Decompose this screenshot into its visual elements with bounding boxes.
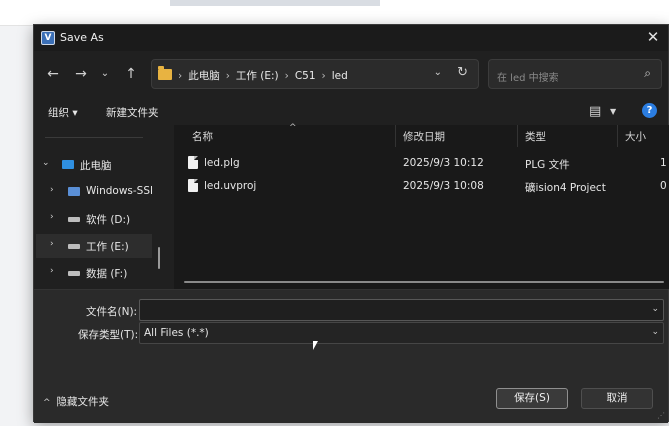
view-options-icon[interactable]: ▤ [589, 104, 601, 119]
column-divider[interactable] [617, 125, 618, 147]
sort-ascending-icon: ^ [289, 123, 297, 133]
nav-item-label: 数据 (F:) [86, 268, 128, 280]
file-name: led.uvproj [204, 180, 257, 192]
help-icon[interactable]: ? [642, 103, 657, 118]
column-header-name[interactable]: 名称 [192, 129, 213, 144]
save-as-dialog: V Save As ✕ ← → ⌄ ↑ › 此电脑 › 工作 (E:) › C5… [33, 24, 669, 423]
chevron-down-icon[interactable]: ⌄ [651, 327, 659, 337]
nav-item-label: 软件 (D:) [86, 214, 131, 226]
background-bar [170, 0, 380, 6]
chevron-up-icon: ^ [43, 398, 51, 408]
filetype-select[interactable]: All Files (*.*) ⌄ [139, 322, 664, 344]
navigation-row: ← → ⌄ ↑ › 此电脑 › 工作 (E:) › C51 › led ⌄ ↻ … [34, 55, 668, 93]
resize-grip-icon[interactable]: ⋰ [657, 411, 665, 420]
breadcrumb-item-led[interactable]: led [332, 70, 348, 82]
search-placeholder: 在 led 中搜索 [497, 73, 559, 84]
title-bar: V Save As ✕ [34, 25, 668, 51]
horizontal-scrollbar[interactable] [184, 281, 664, 283]
breadcrumb-separator: › [284, 69, 289, 82]
chevron-right-icon[interactable]: › [50, 266, 54, 276]
background-app-strip [0, 0, 669, 26]
chevron-right-icon[interactable]: › [50, 239, 54, 249]
mouse-cursor-icon [313, 341, 318, 350]
back-arrow-icon[interactable]: ← [44, 65, 62, 83]
app-icon: V [41, 31, 55, 45]
drive-icon [68, 244, 80, 249]
breadcrumb-separator: › [225, 69, 230, 82]
hide-folders-label: 隐藏文件夹 [56, 396, 110, 408]
breadcrumb: › 此电脑 › 工作 (E:) › C51 › led [178, 68, 348, 83]
recent-dropdown-icon[interactable]: ⌄ [96, 65, 114, 83]
nav-scrollbar[interactable] [158, 247, 160, 269]
file-name: led.plg [204, 157, 240, 169]
file-type: 礦ision4 Project [525, 182, 606, 194]
organize-button[interactable]: 组织 ▾ [48, 105, 78, 120]
up-arrow-icon[interactable]: ↑ [122, 65, 140, 83]
nav-item-label: 此电脑 [80, 160, 112, 172]
chevron-down-icon[interactable]: ⌄ [651, 304, 659, 314]
file-row[interactable]: led.uvproj 2025/9/3 10:08 礦ision4 Projec… [174, 176, 669, 198]
file-size: 1 [660, 157, 667, 169]
drive-icon [68, 187, 80, 196]
drive-icon [68, 271, 80, 276]
nav-item-this-pc[interactable]: ⌄ 此电脑 [34, 153, 164, 177]
nav-item-drive-f[interactable]: › 数据 (F:) [34, 261, 164, 285]
navigation-pane: ⌄ 此电脑 › Windows-SSD › 软件 (D:) › 工作 (E:) … [34, 125, 164, 289]
address-bar[interactable]: › 此电脑 › 工作 (E:) › C51 › led ⌄ ↻ [151, 59, 479, 89]
column-divider[interactable] [395, 125, 396, 147]
nav-item-drive-d[interactable]: › 软件 (D:) [34, 207, 164, 231]
hide-folders-toggle[interactable]: ^ 隐藏文件夹 [43, 394, 109, 409]
nav-item-label: 工作 (E:) [86, 241, 129, 253]
cancel-button[interactable]: 取消 [581, 388, 653, 409]
search-icon: ⌕ [644, 66, 651, 80]
breadcrumb-item-this-pc[interactable]: 此电脑 [188, 68, 220, 83]
drive-icon [68, 217, 80, 222]
breadcrumb-item-c51[interactable]: C51 [295, 70, 316, 82]
nav-item-label: Windows-SSD [86, 185, 152, 197]
filename-input[interactable] [140, 300, 640, 320]
filetype-label: 保存类型(T): [78, 329, 139, 341]
filename-field[interactable]: ⌄ [139, 299, 664, 321]
search-box[interactable]: 在 led 中搜索 ⌕ [488, 59, 662, 89]
column-header-size[interactable]: 大小 [625, 129, 646, 144]
command-bar: 组织 ▾ 新建文件夹 ▤ ▼ ? [34, 99, 668, 125]
save-panel: 文件名(N): ⌄ 保存类型(T): All Files (*.*) ⌄ ^ 隐藏… [34, 289, 668, 423]
nav-item-windows-ssd[interactable]: › Windows-SSD [34, 180, 164, 204]
breadcrumb-separator: › [321, 69, 326, 82]
nav-divider [45, 137, 143, 138]
file-modified: 2025/9/3 10:12 [403, 157, 484, 169]
computer-icon [62, 160, 74, 169]
column-divider[interactable] [517, 125, 518, 147]
forward-arrow-icon[interactable]: → [72, 65, 90, 83]
refresh-icon[interactable]: ↻ [457, 65, 468, 80]
column-header-type[interactable]: 类型 [525, 129, 546, 144]
file-icon [188, 156, 198, 169]
window-title: Save As [60, 31, 104, 44]
file-modified: 2025/9/3 10:08 [403, 180, 484, 192]
file-type: PLG 文件 [525, 159, 570, 171]
new-folder-button[interactable]: 新建文件夹 [106, 105, 159, 120]
file-row[interactable]: led.plg 2025/9/3 10:12 PLG 文件 1 [174, 153, 669, 175]
file-icon [188, 179, 198, 192]
filetype-value: All Files (*.*) [144, 327, 209, 339]
breadcrumb-separator: › [178, 69, 183, 82]
nav-item-drive-e[interactable]: › 工作 (E:) [36, 234, 152, 258]
chevron-down-icon[interactable]: ⌄ [434, 67, 442, 78]
filename-label: 文件名(N): [86, 306, 138, 318]
chevron-down-icon[interactable]: ⌄ [42, 158, 50, 168]
folder-icon [158, 66, 172, 80]
save-button[interactable]: 保存(S) [496, 388, 568, 409]
close-icon[interactable]: ✕ [644, 28, 662, 46]
chevron-right-icon[interactable]: › [50, 212, 54, 222]
file-size: 0 [660, 180, 667, 192]
chevron-right-icon[interactable]: › [50, 185, 54, 195]
view-dropdown-icon[interactable]: ▼ [610, 107, 616, 116]
breadcrumb-item-drive-e[interactable]: 工作 (E:) [236, 68, 279, 83]
column-header-modified[interactable]: 修改日期 [403, 129, 445, 144]
file-list: 名称 ^ 修改日期 类型 大小 led.plg 2025/9/3 10:12 P… [174, 123, 669, 289]
